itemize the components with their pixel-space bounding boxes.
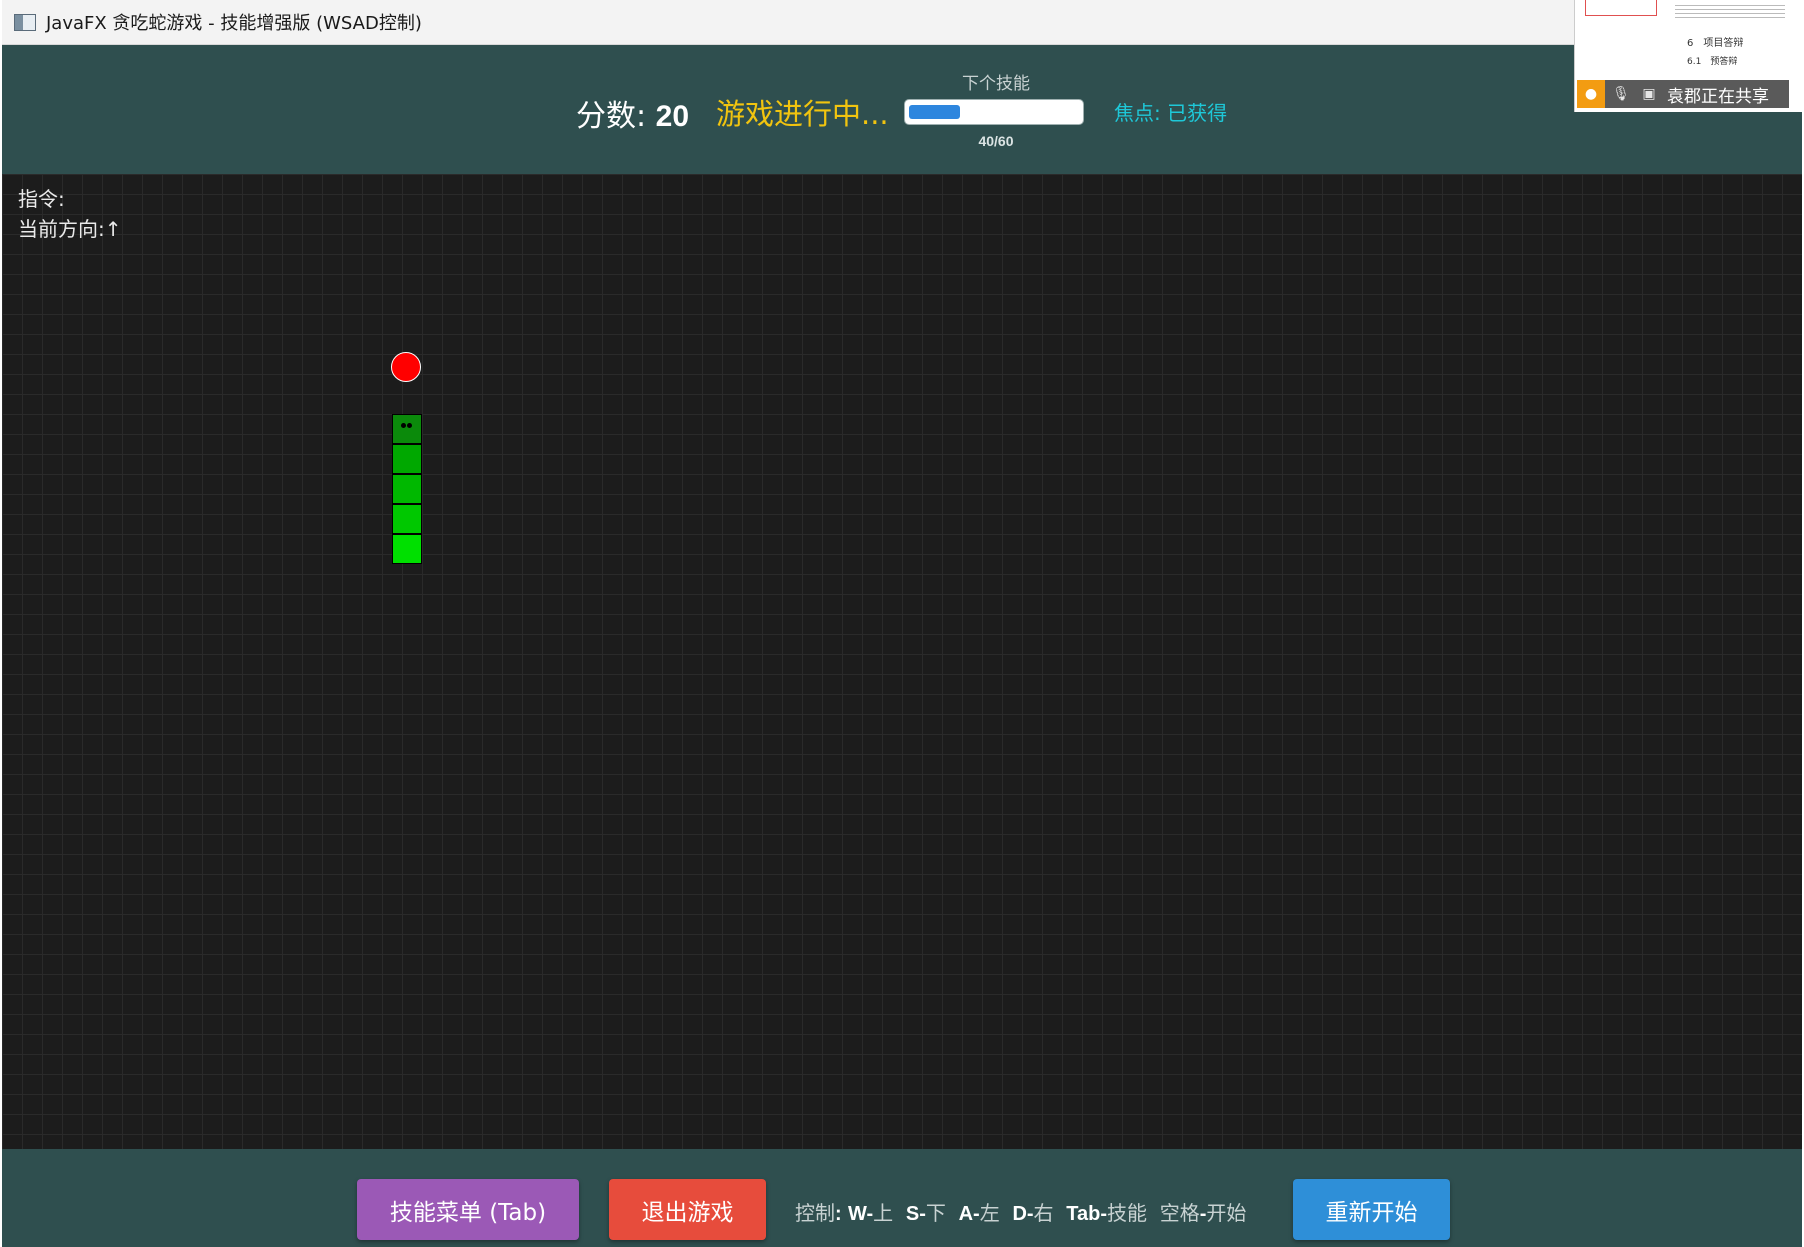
app-icon [14,13,36,31]
skill-progress-text: 40/60 [978,133,1014,149]
game-board[interactable]: 指令: 当前方向:↑ [2,174,1802,1149]
microphone-icon[interactable]: 🎙 [1609,82,1633,106]
control-key-d: D- [1012,1203,1034,1225]
score-display: 分数: 20 [576,91,689,135]
document-heading: 6 项目答辩 [1687,38,1744,49]
snake-segment [392,534,422,564]
snake-segment [392,504,422,534]
restart-button[interactable]: 重新开始 [1293,1179,1450,1240]
control-key-a: A- [958,1203,980,1225]
direction-arrow-icon: ↑ [104,217,122,241]
screen-share-overlay: 6 项目答辩 6.1 预答辩 ● 🎙 ▣ 袁郡正在共享 [1574,0,1804,112]
next-skill-caption: 下个技能 [962,74,1030,94]
control-action-up: 上 [873,1201,894,1225]
control-action-skill: 技能 [1107,1201,1147,1225]
focus-status: 焦点: 已获得 [1114,97,1227,126]
document-text-lines [1675,2,1785,20]
control-action-start: 开始 [1206,1201,1247,1225]
window-title: JavaFX 贪吃蛇游戏 - 技能增强版 (WSAD控制) [46,13,422,34]
skill-menu-button[interactable]: 技能菜单 (Tab) [357,1179,579,1240]
control-action-down: 下 [925,1201,946,1225]
snake-eye-icon [401,423,406,428]
snake-eye-icon [407,423,412,428]
top-hud: 分数: 20 游戏进行中... 下个技能 40/60 焦点: 已获得 [2,45,1802,174]
control-key-space: 空格 [1159,1201,1200,1225]
skill-progress-bar [904,99,1084,125]
window-titlebar[interactable]: JavaFX 贪吃蛇游戏 - 技能增强版 (WSAD控制) [2,0,1574,45]
direction-label: 当前方向: [18,217,105,241]
control-key-w: W- [848,1203,874,1225]
bottom-toolbar: 技能菜单 (Tab) 退出游戏 控制: W-上 S-下 A-左 D-右 Tab-… [2,1149,1802,1247]
direction-display: 当前方向:↑ [18,214,122,244]
control-action-left: 左 [979,1201,1000,1225]
user-icon[interactable]: ● [1577,80,1605,108]
snake-head [392,414,422,444]
focus-value: 已获得 [1167,101,1228,125]
instructions-panel: 指令: 当前方向:↑ [18,184,122,244]
controls-help: 控制: W-上 S-下 A-左 D-右 Tab-技能 空格-开始 [795,1201,1247,1225]
sharing-status-text: 袁郡正在共享 [1667,86,1769,107]
document-subheading: 6.1 预答辩 [1687,57,1738,67]
snake-segment [392,444,422,474]
snake-segment [392,474,422,504]
control-action-right: 右 [1033,1201,1054,1225]
document-stamp [1585,0,1657,16]
focus-label: 焦点: [1114,101,1161,125]
game-status: 游戏进行中... [716,97,889,131]
sharing-status-bar[interactable]: ● 🎙 ▣ 袁郡正在共享 [1577,80,1789,108]
exit-game-button[interactable]: 退出游戏 [609,1179,766,1240]
app-window: JavaFX 贪吃蛇游戏 - 技能增强版 (WSAD控制) 分数: 20 游戏进… [0,0,1804,1247]
skill-progress-fill [909,105,960,119]
control-key-s: S- [905,1203,926,1225]
score-value: 20 [655,100,690,133]
food-apple [391,352,421,382]
score-label: 分数: [576,99,647,134]
instruction-label: 指令: [18,187,65,211]
controls-prefix: 控制 [795,1201,835,1225]
control-key-tab: Tab- [1066,1203,1107,1225]
screen-share-icon[interactable]: ▣ [1637,82,1661,106]
